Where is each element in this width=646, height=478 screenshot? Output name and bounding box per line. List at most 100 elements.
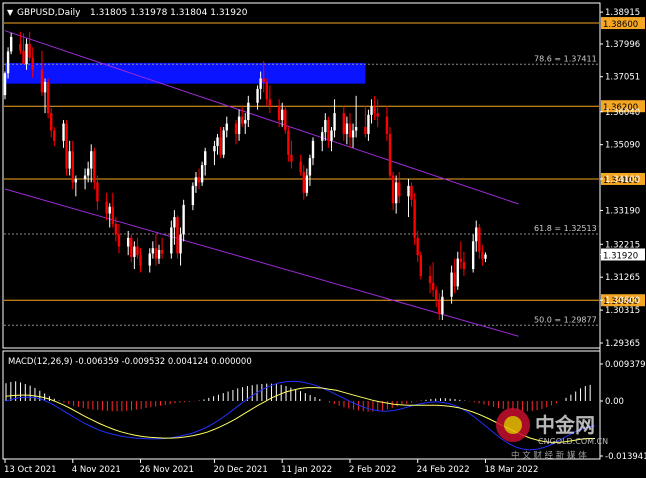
- channel-upper-line: [4, 30, 519, 205]
- candle-body: [111, 206, 114, 225]
- candle-body: [431, 282, 435, 290]
- candle-body: [281, 109, 284, 121]
- candle-body: [481, 251, 484, 259]
- candle-body: [388, 133, 392, 176]
- candle-body: [327, 120, 330, 141]
- header-arrow-icon[interactable]: ▼: [7, 8, 14, 17]
- price-tick-label: 1.37996: [605, 40, 640, 50]
- level-price-label: 1.38600: [603, 20, 638, 30]
- time-axis-layer: 13 Oct 2021 4 Nov 2021 26 Nov 2021 20 Dec 2…: [4, 459, 538, 475]
- price-tick-label: 1.37051: [605, 73, 640, 83]
- candle-body: [391, 175, 395, 204]
- time-tick-label: 2 Feb 2022: [349, 465, 397, 475]
- macd-layer: 0.009379 0.00 -0.013941: [5, 360, 646, 462]
- candle-body: [364, 126, 367, 134]
- candle-body: [259, 78, 262, 89]
- candle-body: [136, 246, 139, 256]
- candle-body: [268, 99, 272, 107]
- candle-body: [225, 123, 228, 131]
- price-tick-label: 1.29365: [605, 339, 640, 349]
- candle-body: [435, 289, 438, 301]
- current-price-label: 1.31920: [603, 251, 638, 261]
- candle-body: [407, 185, 410, 197]
- price-tick-label: 1.35090: [605, 141, 640, 151]
- candle-body: [394, 182, 398, 204]
- macd-tick-label: 0.009379: [605, 360, 646, 370]
- macd-tick-label: -0.013941: [605, 452, 646, 462]
- candle-body: [305, 175, 309, 193]
- candle-body: [50, 113, 53, 131]
- candle-body: [130, 237, 133, 257]
- candle-body: [191, 185, 195, 205]
- candle-body: [484, 254, 487, 259]
- candle-body: [83, 175, 87, 179]
- candle-body: [6, 51, 10, 74]
- candle-body: [65, 123, 68, 169]
- candle-body: [114, 224, 118, 235]
- candle-body: [333, 113, 336, 131]
- candle-body: [419, 255, 422, 276]
- candle-body: [133, 246, 136, 257]
- macd-label: MACD(12,26,9) -0.006359 -0.009532 0.0041…: [8, 357, 252, 367]
- candle-body: [74, 178, 78, 183]
- supply-zone-layer: [5, 62, 366, 84]
- candle-body: [441, 296, 444, 315]
- candle-body: [453, 272, 456, 287]
- candle-body: [416, 237, 419, 256]
- price-tick-label: 1.30600: [605, 296, 640, 306]
- candle-body: [351, 130, 355, 138]
- watermark-slogan-cn: 中 文 财 经 新 媒 体: [511, 450, 587, 461]
- candle-body: [290, 154, 293, 162]
- candle-body: [262, 78, 265, 82]
- candle-body: [299, 161, 302, 173]
- candle-body: [93, 151, 96, 183]
- candle-body: [71, 151, 74, 183]
- candle-body: [348, 123, 352, 138]
- candle-body: [308, 158, 312, 176]
- candle-body: [373, 106, 376, 114]
- candle-body: [302, 172, 305, 193]
- candle-body: [53, 130, 56, 141]
- price-tick-label: 1.34100: [605, 175, 640, 185]
- candle-body: [25, 43, 28, 64]
- candle-body: [22, 50, 25, 64]
- candle-body: [28, 43, 31, 58]
- price-tick-label: 1.33190: [605, 206, 640, 216]
- candle-body: [475, 227, 478, 242]
- candle-body: [450, 272, 453, 297]
- candle-body: [428, 275, 432, 283]
- price-tick-label: 1.38915: [605, 8, 640, 18]
- channel-lower-line: [4, 188, 519, 337]
- candle-body: [40, 69, 44, 93]
- time-tick-label: 4 Nov 2021: [72, 465, 121, 475]
- candle-body: [213, 146, 216, 152]
- time-tick-label: 20 Dec 2021: [213, 465, 267, 475]
- candle-body: [410, 185, 413, 200]
- time-tick-label: 13 Oct 2021: [4, 465, 57, 475]
- candle-body: [105, 201, 108, 214]
- candle-body: [204, 151, 207, 166]
- candle-body: [179, 234, 182, 254]
- price-tick-label: 1.30315: [605, 306, 640, 316]
- candle-body: [170, 227, 173, 254]
- time-tick-label: 24 Feb 2022: [417, 465, 470, 475]
- candle-body: [478, 227, 481, 252]
- candle-body: [108, 206, 111, 214]
- fib-label: 50.0 = 1.29877: [534, 315, 597, 324]
- candle-body: [148, 253, 151, 266]
- symbol-timeframe: GBPUSD,Daily: [17, 8, 81, 18]
- candle-body: [237, 116, 241, 134]
- supply-zone-rect: [5, 62, 366, 84]
- candle-body: [367, 114, 370, 134]
- candle-body: [321, 132, 324, 141]
- watermark-brand-cn: 中金网: [535, 413, 595, 437]
- candle-body: [222, 130, 225, 155]
- candle-body: [31, 57, 34, 70]
- candle-body: [438, 300, 441, 315]
- candle-body: [413, 199, 416, 238]
- candle-body: [256, 88, 259, 103]
- candle-body: [345, 123, 349, 134]
- candle-body: [376, 113, 379, 117]
- candle-body: [117, 234, 121, 247]
- watermark-brand-en: CNGOLD.COM.CN: [538, 437, 608, 446]
